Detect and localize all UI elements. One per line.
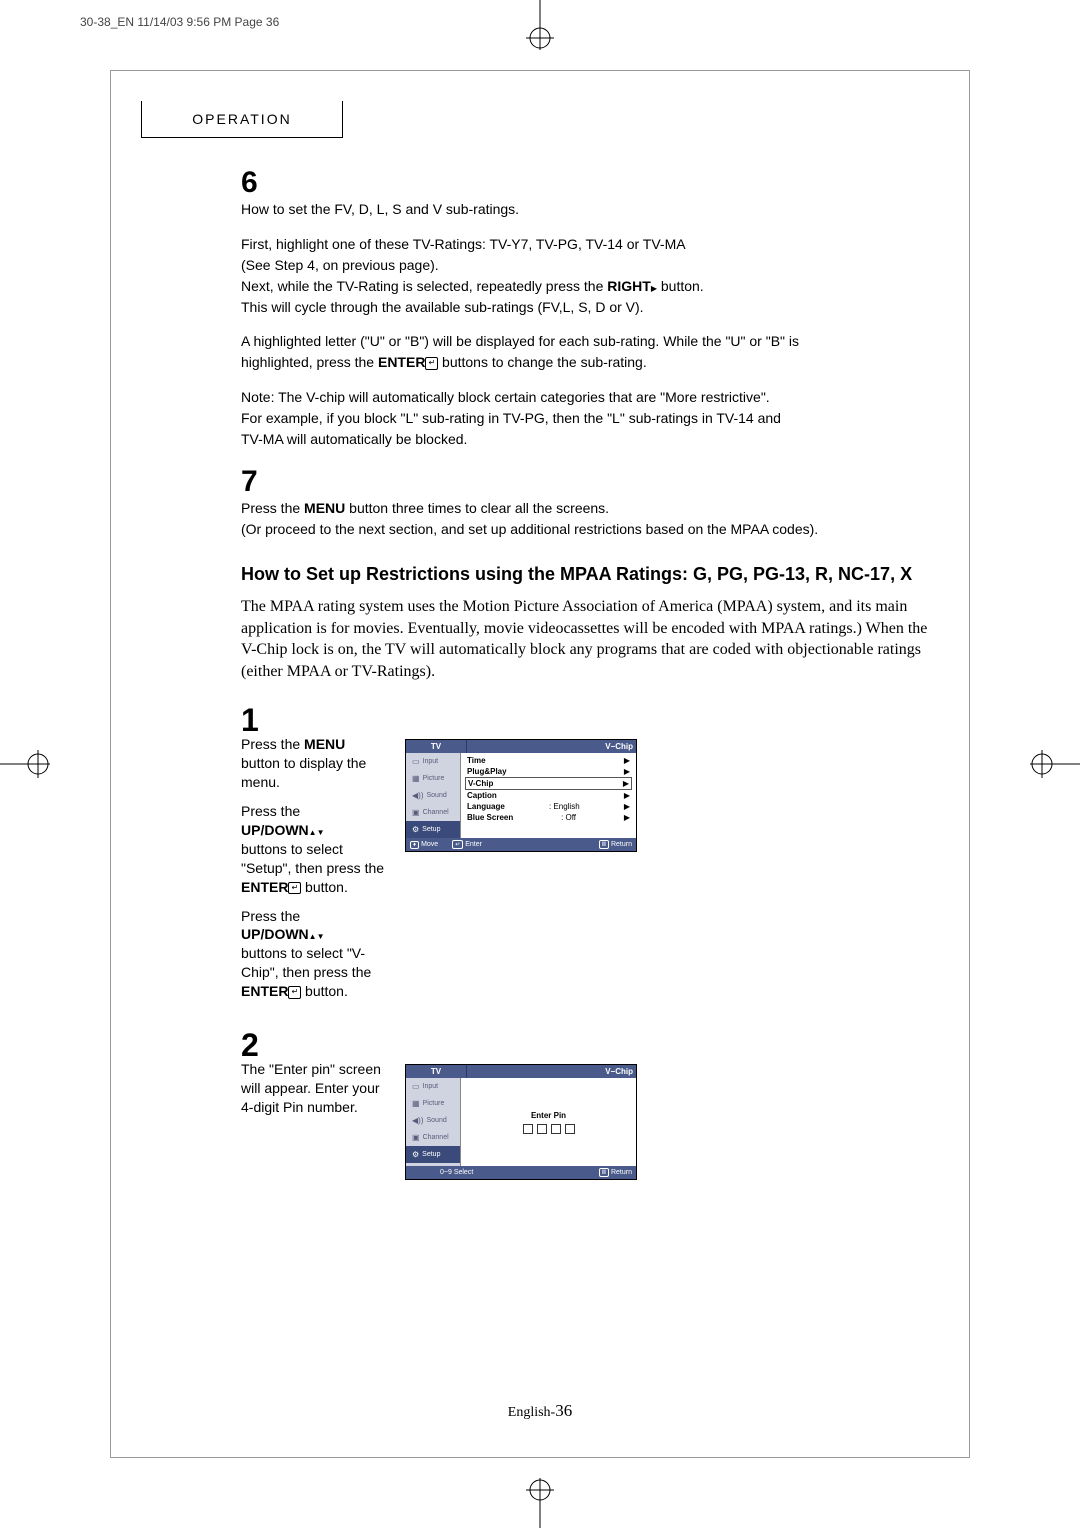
step-1-number: 1 [241, 702, 259, 739]
crop-mark-bottom [518, 1478, 562, 1528]
printer-header: 30-38_EN 11/14/03 9:56 PM Page 36 [80, 15, 279, 29]
page-number: English-36 [508, 1401, 572, 1421]
enter-icon: ↵ [425, 357, 438, 370]
tv2-sidebar: ▭Input ▦Picture ◀))Sound ▣Channel ⚙Setup [406, 1078, 461, 1166]
tv1-main: Time▶ Plug&Play▶ V-Chip▶ Caption▶ Langua… [461, 753, 636, 838]
section-title: OPERATION [141, 101, 343, 138]
enter-icon: ↵ [288, 882, 301, 895]
step-6-number: 6 [241, 166, 941, 200]
tv-screenshot-1: TV V−Chip ▭Input ▦Picture ◀))Sound ▣Chan… [405, 739, 637, 852]
step-1-row: 1 [241, 702, 941, 739]
mpaa-heading: How to Set up Restrictions using the MPA… [241, 563, 941, 586]
crop-mark-top [518, 0, 562, 50]
content: 6 How to set the FV, D, L, S and V sub-r… [241, 166, 941, 1180]
step-2-text: The "Enter pin" screen will appear. Ente… [241, 1060, 391, 1117]
mpaa-intro: The MPAA rating system uses the Motion P… [241, 596, 941, 682]
step-1-text: Press the MENU button to display the men… [241, 735, 391, 1001]
page-frame: OPERATION 6 How to set the FV, D, L, S a… [110, 70, 970, 1458]
tv1-sidebar: ▭Input ▦Picture ◀))Sound ▣Channel ⚙Setup [406, 753, 461, 838]
pin-box [537, 1124, 547, 1134]
step-6-text: How to set the FV, D, L, S and V sub-rat… [241, 200, 941, 449]
step-2-number: 2 [241, 1027, 259, 1064]
tv-screenshot-2: TV V−Chip ▭Input ▦Picture ◀))Sound ▣Chan… [405, 1064, 637, 1180]
crop-mark-left [0, 742, 50, 786]
step-7-text: Press the MENU button three times to cle… [241, 499, 941, 539]
pin-box [565, 1124, 575, 1134]
tv2-enter-pin: Enter Pin [461, 1078, 636, 1166]
crop-mark-right [1030, 742, 1080, 786]
enter-icon: ↵ [288, 986, 301, 999]
pin-box [551, 1124, 561, 1134]
step-7-number: 7 [241, 465, 941, 499]
pin-box [523, 1124, 533, 1134]
step-2-row: 2 [241, 1027, 941, 1064]
